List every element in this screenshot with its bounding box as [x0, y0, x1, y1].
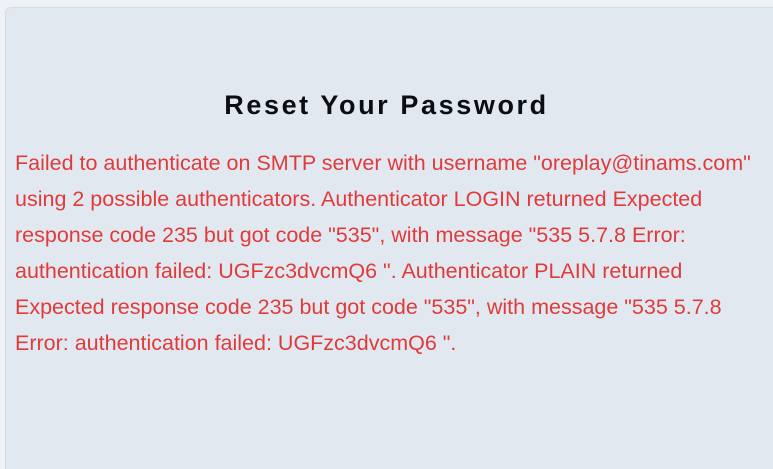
page-title: Reset Your Password — [224, 90, 549, 120]
page-background: Reset Your Password Failed to authentica… — [0, 0, 773, 469]
error-message: Failed to authenticate on SMTP server wi… — [15, 151, 751, 355]
